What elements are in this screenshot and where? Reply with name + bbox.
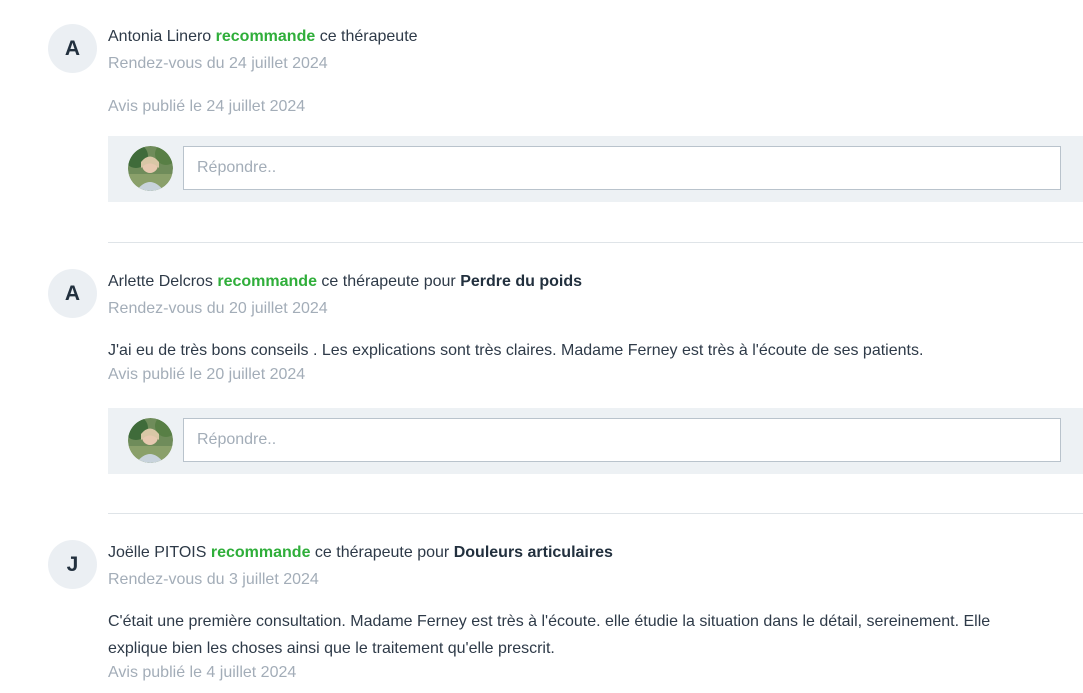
- published-date: Avis publié le 4 juillet 2024: [108, 664, 297, 681]
- recommend-label: recommande: [217, 273, 317, 290]
- divider: [108, 242, 1083, 243]
- for-label: pour: [423, 273, 456, 290]
- therapist-label: ce thérapeute: [314, 544, 413, 561]
- author-avatar: J: [48, 540, 97, 589]
- therapist-avatar: [128, 418, 173, 463]
- author-initial: A: [64, 281, 81, 305]
- recommend-label: recommande: [215, 28, 316, 45]
- therapist-label: ce thérapeute: [321, 273, 420, 290]
- appointment-date: Rendez-vous du 24 juillet 2024: [108, 55, 328, 72]
- review-headline: Arlette Delcros recommande ce thérapeute…: [108, 271, 1073, 293]
- for-label: pour: [417, 544, 450, 561]
- author-avatar: A: [48, 24, 97, 73]
- author-initial: A: [64, 36, 81, 60]
- appointment-date: Rendez-vous du 20 juillet 2024: [108, 300, 328, 317]
- reply-box: [108, 408, 1083, 474]
- therapist-avatar: [128, 146, 173, 191]
- author-name: Joëlle PITOIS: [108, 544, 207, 561]
- recommend-label: recommande: [210, 544, 311, 561]
- review-headline: Antonia Linero recommande ce thérapeute: [108, 26, 1073, 48]
- appointment-date: Rendez-vous du 3 juillet 2024: [108, 571, 319, 588]
- reply-input[interactable]: [183, 146, 1061, 190]
- review-text: J'ai eu de très bons conseils . Les expl…: [108, 342, 924, 359]
- divider: [108, 513, 1083, 514]
- published-date: Avis publié le 20 juillet 2024: [108, 366, 306, 383]
- published-date: Avis publié le 24 juillet 2024: [108, 98, 306, 115]
- review-text: C'était une première consultation. Madam…: [108, 613, 991, 657]
- therapist-label: ce thérapeute: [319, 28, 418, 45]
- consultation-reason: Douleurs articulaires: [453, 544, 613, 561]
- reply-input[interactable]: [183, 418, 1061, 462]
- author-name: Antonia Linero: [108, 28, 212, 45]
- author-avatar: A: [48, 269, 97, 318]
- author-name: Arlette Delcros: [108, 273, 213, 290]
- review-headline: Joëlle PITOIS recommande ce thérapeute p…: [108, 542, 1073, 564]
- reply-box: [108, 136, 1083, 202]
- author-initial: J: [66, 552, 79, 576]
- consultation-reason: Perdre du poids: [460, 273, 583, 290]
